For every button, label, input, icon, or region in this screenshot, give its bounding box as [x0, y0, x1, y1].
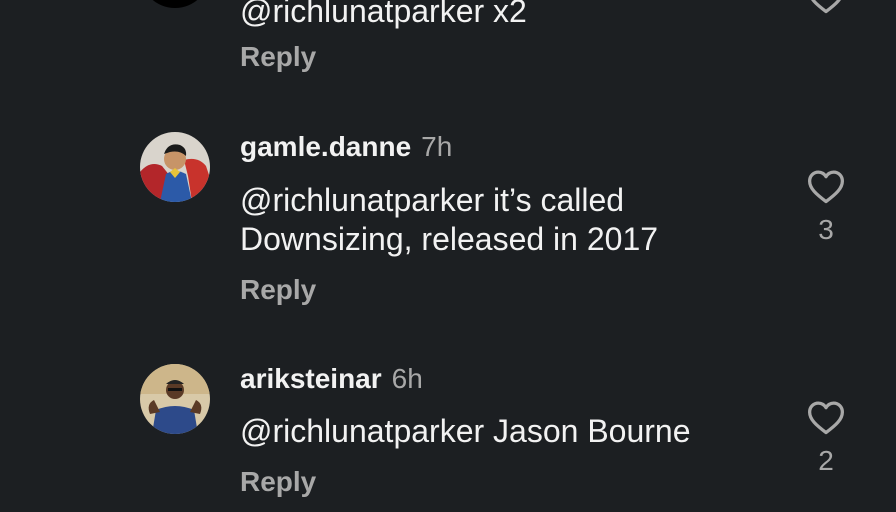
like-button[interactable]: 2: [802, 399, 850, 477]
username[interactable]: ariksteinar: [240, 363, 382, 394]
heart-outline-icon: [811, 0, 841, 14]
heart-outline-icon: [808, 170, 844, 204]
like-count: 3: [818, 214, 834, 245]
username[interactable]: gamle.danne: [240, 131, 411, 162]
heart-outline-icon: [808, 401, 844, 435]
comments-thread: @richlunatparker x2 Reply gamle.danne 7h …: [0, 0, 896, 512]
reply-button[interactable]: Reply: [240, 465, 316, 499]
avatar[interactable]: [140, 132, 210, 202]
timestamp: 6h: [391, 363, 423, 394]
like-count: 2: [818, 445, 834, 476]
timestamp: 7h: [421, 131, 453, 162]
comment-header: gamle.danne 7h: [240, 130, 452, 164]
comment-header: ariksteinar 6h: [240, 362, 423, 396]
reply-button[interactable]: Reply: [240, 273, 316, 307]
avatar[interactable]: [140, 364, 210, 434]
like-button[interactable]: 3: [802, 168, 850, 246]
comment-text: @richlunatparker Jason Bourne: [240, 413, 691, 449]
comment-text: @richlunatparker it’s called Downsizing,…: [240, 182, 659, 257]
comment-text: @richlunatparker x2: [240, 0, 527, 29]
avatar[interactable]: [140, 0, 210, 8]
avatar-image: [140, 364, 210, 434]
like-button[interactable]: [802, 0, 850, 14]
reply-button[interactable]: Reply: [240, 40, 316, 74]
avatar-image: [140, 132, 210, 202]
